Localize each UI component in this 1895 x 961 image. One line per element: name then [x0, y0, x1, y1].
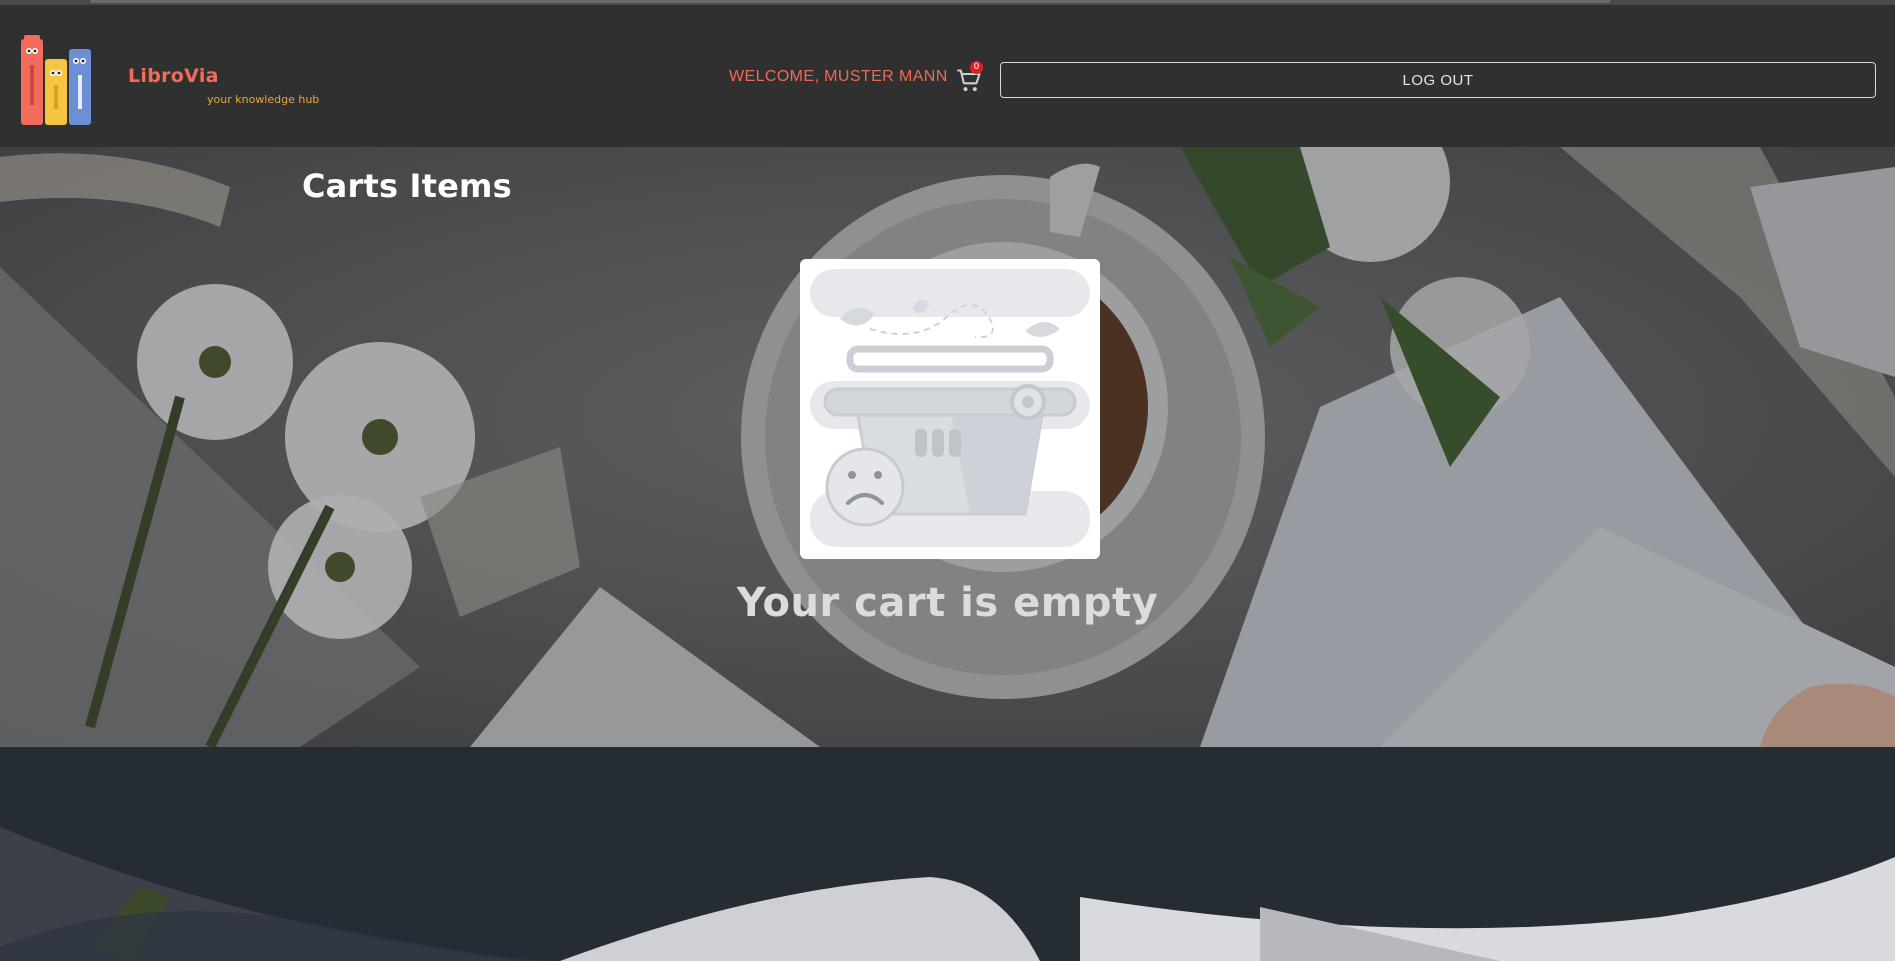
books-logo-icon[interactable] [20, 35, 110, 127]
empty-cart-message: Your cart is empty [736, 580, 1159, 626]
welcome-message: WELCOME, MUSTER MANN [729, 68, 948, 85]
footer-decoration [0, 747, 1895, 961]
brand-name[interactable]: LibroVia [128, 65, 219, 87]
cart-count-badge: 0 [970, 61, 983, 74]
site-header: LibroVia your knowledge hub WELCOME, MUS… [0, 5, 1895, 147]
empty-cart-illustration [800, 259, 1100, 559]
logout-button[interactable]: LOG OUT [1000, 62, 1876, 98]
page-title: Carts Items [302, 167, 512, 205]
empty-basket-sad-face-icon [808, 267, 1092, 551]
window-top-highlight [90, 0, 1610, 3]
brand-tagline: your knowledge hub [207, 93, 320, 106]
cart-hero-section: Carts Items Your cart is empty [0, 147, 1895, 747]
cart-button[interactable]: 0 [955, 61, 989, 93]
footer-background-image [0, 747, 1895, 961]
